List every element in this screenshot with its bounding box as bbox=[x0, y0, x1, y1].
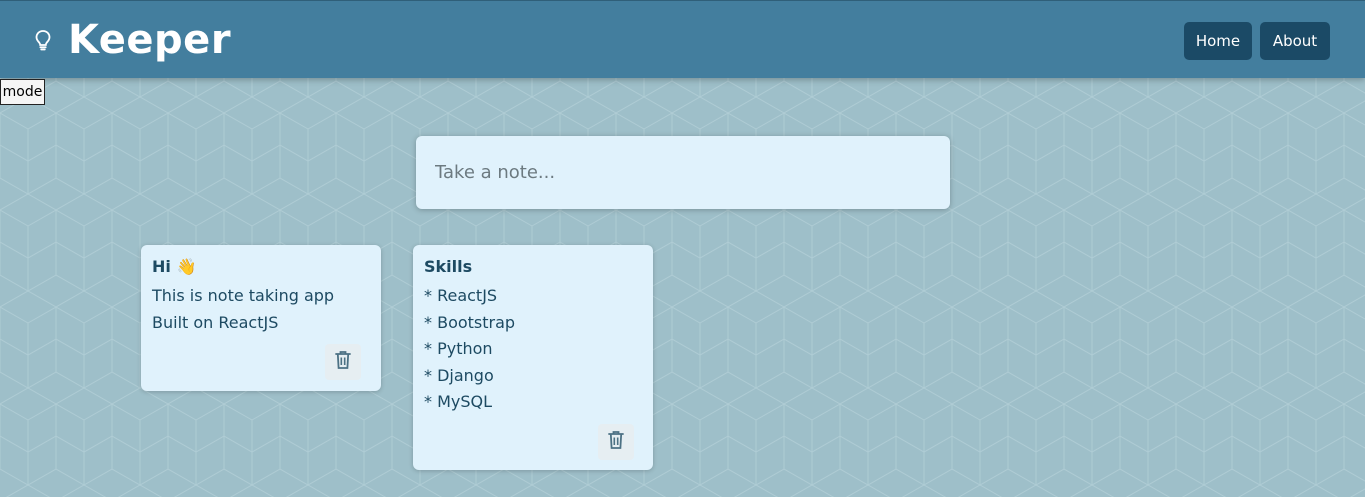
nav-home-button[interactable]: Home bbox=[1184, 22, 1252, 60]
note-card: Skills * ReactJS * Bootstrap * Python * … bbox=[413, 245, 653, 470]
note-content: This is note taking app Built on ReactJS bbox=[152, 286, 335, 332]
note-title: Skills bbox=[424, 257, 473, 276]
take-note-input[interactable] bbox=[416, 136, 950, 209]
note-content: * ReactJS * Bootstrap * Python * Django … bbox=[424, 286, 516, 411]
trash-icon bbox=[608, 430, 624, 454]
note-card: Hi 👋 This is note taking app Built on Re… bbox=[141, 245, 381, 391]
delete-note-button[interactable] bbox=[598, 424, 634, 460]
brand[interactable]: Keeper bbox=[34, 15, 231, 65]
trash-icon bbox=[335, 350, 351, 374]
nav-about-button[interactable]: About bbox=[1260, 22, 1330, 60]
app-title: Keeper bbox=[68, 17, 232, 63]
app-header: Keeper Home About bbox=[0, 0, 1365, 78]
mode-toggle-button[interactable]: mode bbox=[0, 79, 45, 105]
create-note-area bbox=[416, 136, 950, 209]
lightbulb-icon bbox=[34, 28, 54, 52]
delete-note-button[interactable] bbox=[325, 344, 361, 380]
note-title: Hi 👋 bbox=[152, 257, 197, 276]
